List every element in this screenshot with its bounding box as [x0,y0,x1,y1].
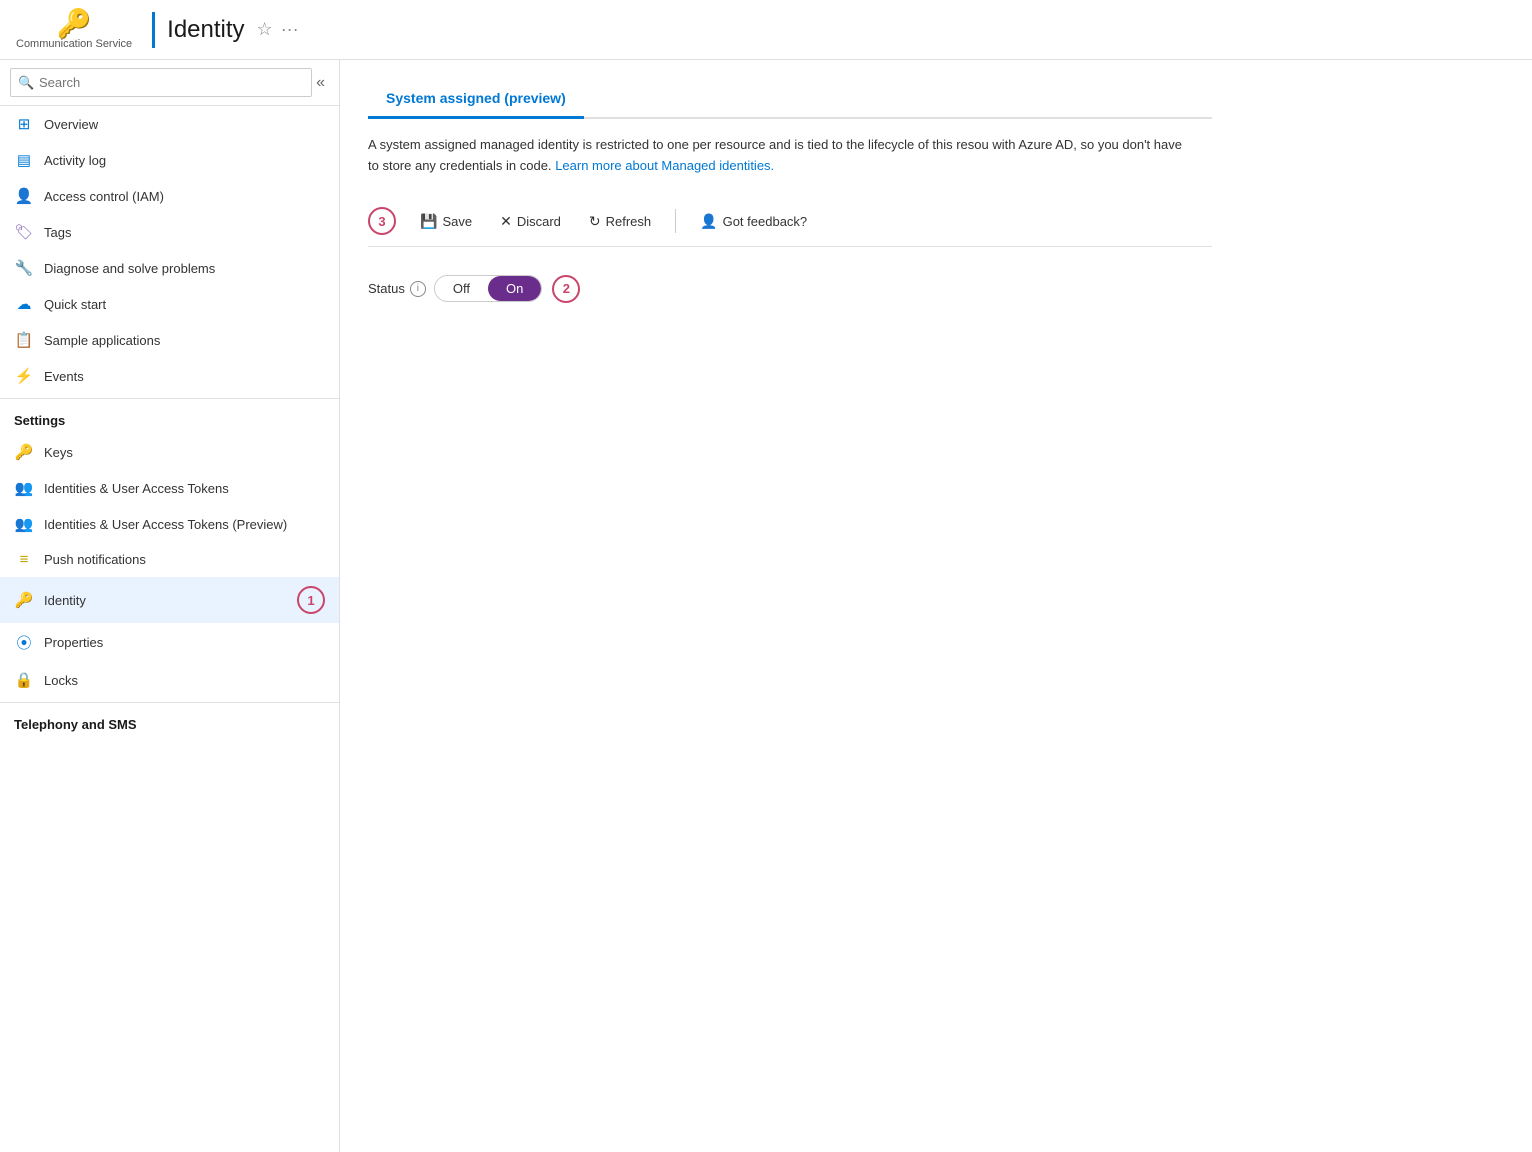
main-layout: 🔍 « ⊞ Overview ▤ Activity log 👤 Access c… [0,60,1532,1152]
logo-subtitle: Communication Service [16,38,132,50]
favorite-star-icon[interactable]: ☆ [257,19,273,40]
sidebar-item-locks[interactable]: 🔒 Locks [0,662,339,698]
telephony-section-label: Telephony and SMS [0,702,339,738]
save-button[interactable]: 💾 Save [408,207,484,236]
identity-icon: 🔑 [14,591,34,609]
sidebar-item-diagnose[interactable]: 🔧 Diagnose and solve problems [0,250,339,286]
keys-icon: 🔑 [14,443,34,461]
sidebar-item-identity[interactable]: 🔑 Identity 1 [0,577,339,623]
push-notifications-icon: ≡ [14,551,34,568]
sidebar-item-label: Quick start [44,297,106,312]
sidebar-item-label: Overview [44,117,98,132]
sidebar-item-identities-tokens-preview[interactable]: 👥 Identities & User Access Tokens (Previ… [0,506,339,542]
sidebar-item-keys[interactable]: 🔑 Keys [0,434,339,470]
step-badge-1: 1 [297,586,325,614]
activity-log-icon: ▤ [14,151,34,169]
sidebar-item-label: Tags [44,225,71,240]
quick-start-icon: ☁ [14,295,34,313]
save-icon: 💾 [420,213,437,230]
sidebar-item-label: Keys [44,445,73,460]
status-row: Status i Off On 2 [368,275,1212,303]
sidebar-item-label: Locks [44,673,78,688]
discard-button[interactable]: ✕ Discard [488,207,573,236]
tab-system-assigned[interactable]: System assigned (preview) [368,80,584,119]
sidebar-item-events[interactable]: ⚡ Events [0,358,339,394]
tabs-container: System assigned (preview) [368,80,1212,119]
app-container: 🔑 Communication Service Identity ☆ ··· 🔍… [0,0,1532,1152]
header-divider [152,12,155,48]
page-title: Identity [167,16,244,44]
locks-icon: 🔒 [14,671,34,689]
toggle-off-option[interactable]: Off [435,276,488,301]
sidebar-item-label: Identities & User Access Tokens (Preview… [44,517,287,532]
tags-icon: 🏷 [14,223,34,241]
content-description: A system assigned managed identity is re… [368,135,1188,177]
search-icon: 🔍 [18,75,34,91]
identities-tokens-icon: 👥 [14,479,34,497]
diagnose-icon: 🔧 [14,259,34,277]
toolbar-divider [675,209,676,233]
toolbar: 3 💾 Save ✕ Discard ↻ Refresh [368,197,1212,247]
identities-tokens-preview-icon: 👥 [14,515,34,533]
sidebar-item-label: Diagnose and solve problems [44,261,215,276]
access-control-icon: 👤 [14,187,34,205]
status-toggle[interactable]: Off On [434,275,542,302]
properties-icon: ⦿ [14,632,34,653]
sidebar-item-quick-start[interactable]: ☁ Quick start [0,286,339,322]
search-input[interactable] [10,68,312,97]
overview-icon: ⊞ [14,115,34,133]
toggle-on-option[interactable]: On [488,276,541,301]
step-badge-2: 2 [552,275,580,303]
sidebar-item-label: Activity log [44,153,106,168]
feedback-button[interactable]: 👤 Got feedback? [688,207,819,236]
status-info-icon[interactable]: i [410,281,426,297]
discard-icon: ✕ [500,213,512,230]
sidebar-item-activity-log[interactable]: ▤ Activity log [0,142,339,178]
sidebar-item-tags[interactable]: 🏷 Tags [0,214,339,250]
sidebar-item-label: Push notifications [44,552,146,567]
sidebar: 🔍 « ⊞ Overview ▤ Activity log 👤 Access c… [0,60,340,1152]
feedback-icon: 👤 [700,213,717,230]
header-logo: 🔑 Communication Service [16,10,132,50]
sidebar-item-label: Properties [44,635,103,650]
header: 🔑 Communication Service Identity ☆ ··· [0,0,1532,60]
collapse-sidebar-button[interactable]: « [312,74,329,92]
step-badge-3: 3 [368,207,396,235]
sidebar-item-label: Identity [44,593,86,608]
sidebar-item-label: Identities & User Access Tokens [44,481,229,496]
sidebar-item-access-control[interactable]: 👤 Access control (IAM) [0,178,339,214]
sidebar-scroll: ⊞ Overview ▤ Activity log 👤 Access contr… [0,106,339,1152]
refresh-button[interactable]: ↻ Refresh [577,207,663,236]
sidebar-item-push-notifications[interactable]: ≡ Push notifications [0,542,339,577]
sidebar-item-sample-applications[interactable]: 📋 Sample applications [0,322,339,358]
logo-icon: 🔑 [57,10,92,38]
sidebar-item-properties[interactable]: ⦿ Properties [0,623,339,662]
content-inner: System assigned (preview) A system assig… [340,60,1240,339]
learn-more-link[interactable]: Learn more about Managed identities. [555,158,774,173]
toggle-container: Off On 2 [434,275,580,303]
content-area: System assigned (preview) A system assig… [340,60,1532,1152]
settings-section-label: Settings [0,398,339,434]
status-label: Status i [368,281,426,297]
sidebar-item-label: Access control (IAM) [44,189,164,204]
refresh-icon: ↻ [589,213,601,230]
sample-applications-icon: 📋 [14,331,34,349]
events-icon: ⚡ [14,367,34,385]
sidebar-item-label: Sample applications [44,333,160,348]
sidebar-search-container: 🔍 « [0,60,339,106]
sidebar-item-identities-tokens[interactable]: 👥 Identities & User Access Tokens [0,470,339,506]
sidebar-item-label: Events [44,369,84,384]
sidebar-item-overview[interactable]: ⊞ Overview [0,106,339,142]
more-options-icon[interactable]: ··· [281,19,299,40]
